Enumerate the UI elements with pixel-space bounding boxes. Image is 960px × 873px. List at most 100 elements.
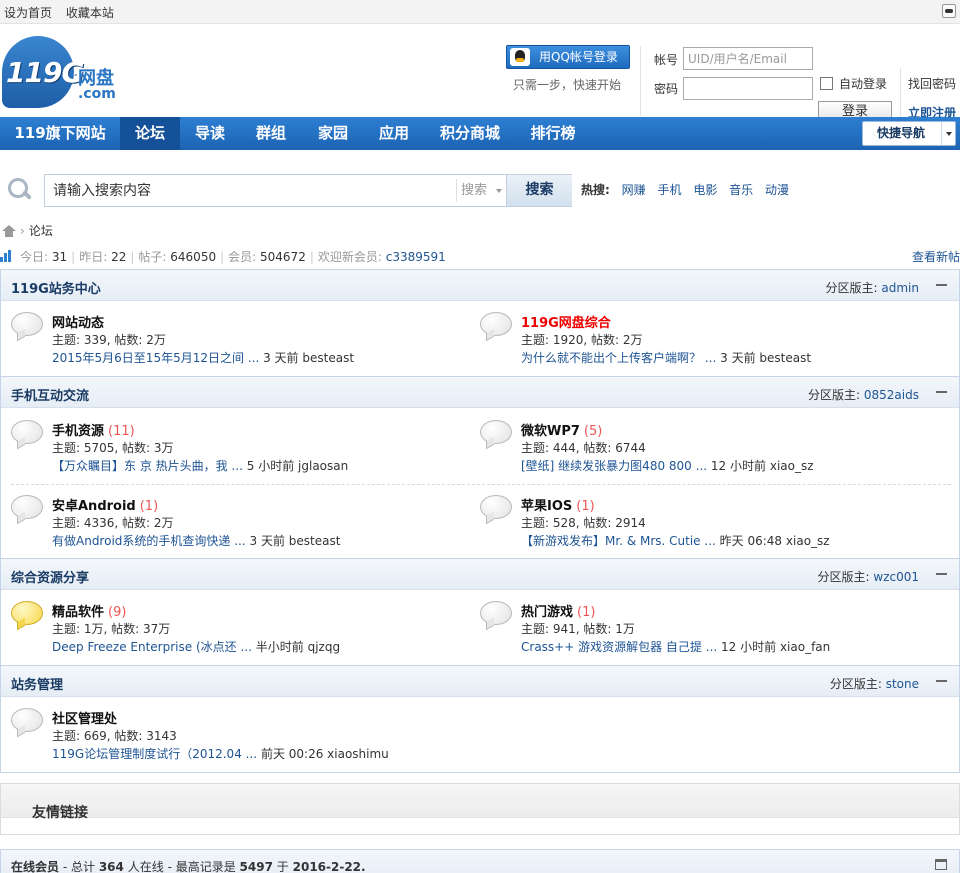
last-post-link[interactable]: 为什么就不能出个上传客户端啊？ — [521, 351, 701, 365]
forum-name[interactable]: 热门游戏 (1) — [521, 601, 595, 620]
hot-word-link[interactable]: 网赚 — [622, 183, 646, 197]
password-input[interactable] — [683, 77, 813, 100]
last-post-link[interactable]: 119G论坛管理制度试行（2012.04 — [52, 747, 242, 761]
forum-name[interactable]: 安卓Android (1) — [52, 495, 158, 514]
hot-search-label: 热搜: — [581, 183, 610, 197]
last-post-user[interactable]: besteast — [289, 534, 341, 548]
top-links: 设为首页 收藏本站 — [4, 4, 124, 21]
last-post-time: 半小时前 — [255, 640, 304, 654]
forum-today-count: (1) — [576, 499, 595, 514]
last-post-time: 前天 00:26 — [260, 747, 324, 761]
today-count: 31 — [51, 250, 68, 264]
moderator-link[interactable]: admin — [881, 281, 919, 295]
forum-item: 119G网盘综合 主题: 1920, 帖数: 2万 为什么就不能出个上传客户端啊… — [470, 302, 940, 377]
auto-login[interactable]: 自动登录 — [820, 75, 887, 92]
last-post-link[interactable]: 有做Android系统的手机查询快递 — [52, 534, 230, 548]
forum-last-post: Crass++ 游戏资源解包器 自己提 ... 12 小时前 xiao_fan — [521, 640, 831, 654]
hot-word-link[interactable]: 手机 — [657, 183, 681, 197]
hot-word-link[interactable]: 动漫 — [765, 183, 789, 197]
hot-word-link[interactable]: 电影 — [693, 183, 717, 197]
home-icon[interactable] — [2, 225, 16, 237]
last-post-user[interactable]: jglaosan — [298, 459, 348, 473]
forum-today-count: (11) — [108, 424, 135, 439]
nav-item-home[interactable]: 家园 — [302, 117, 364, 150]
friend-links-title: 友情链接 — [32, 805, 88, 821]
forum-stats-line: 主题: 444, 帖数: 6744 — [521, 441, 646, 455]
breadcrumb-current[interactable]: 论坛 — [29, 224, 53, 238]
nav-item-apps[interactable]: 应用 — [364, 117, 424, 150]
moderator-link[interactable]: 0852aids — [864, 388, 919, 402]
last-post-link[interactable]: 【万众瞩目】东 京 热片头曲，我 — [52, 459, 228, 473]
quick-nav-button[interactable]: 快捷导航 — [862, 121, 956, 146]
password-label: 密码 — [654, 82, 679, 96]
forum-name[interactable]: 微软WP7 (5) — [521, 420, 602, 439]
forum-last-post: 【新游戏发布】Mr. & Mrs. Cutie ... 昨天 06:48 xia… — [521, 534, 830, 548]
forum-last-post: Deep Freeze Enterprise (冰点还 ... 半小时前 qjz… — [52, 640, 341, 654]
forum-name[interactable]: 精品软件 (9) — [52, 601, 126, 620]
moderator-link[interactable]: wzc001 — [873, 570, 919, 584]
collapse-icon[interactable] — [936, 284, 947, 286]
section-title[interactable]: 119G站务中心 — [11, 278, 101, 297]
auto-login-checkbox[interactable] — [820, 77, 833, 90]
last-post-user[interactable]: besteast — [759, 351, 811, 365]
section-title[interactable]: 综合资源分享 — [11, 567, 89, 586]
forum-stats-line: 主题: 941, 帖数: 1万 — [521, 622, 635, 636]
forum-stats-line: 主题: 528, 帖数: 2914 — [521, 516, 646, 530]
last-post-time: 12 小时前 — [710, 459, 767, 473]
nav-item-groups[interactable]: 群组 — [240, 117, 302, 150]
qq-login-button[interactable]: 用QQ帐号登录 — [506, 45, 630, 69]
posts-count: 646050 — [170, 250, 217, 264]
forum-name[interactable]: 网站动态 — [52, 312, 104, 331]
search-type-select[interactable]: 搜索 — [456, 179, 504, 202]
header-divider — [640, 46, 641, 116]
moderator-link[interactable]: stone — [886, 677, 919, 691]
last-post-user[interactable]: xiao_fan — [780, 640, 830, 654]
last-post-link[interactable]: Crass++ 游戏资源解包器 自己提 — [521, 640, 702, 654]
last-post-user[interactable]: xiao_sz — [786, 534, 830, 548]
breadcrumb-separator: › — [20, 224, 25, 238]
forum-stats-line: 主题: 1920, 帖数: 2万 — [521, 333, 643, 347]
collapse-icon[interactable] — [936, 680, 947, 682]
last-post-link[interactable]: 2015年5月6日至15年5月12日之间 — [52, 351, 244, 365]
nav-item-rankings[interactable]: 排行榜 — [516, 117, 590, 150]
nav-item-points-mall[interactable]: 积分商城 — [424, 117, 516, 150]
section-title[interactable]: 手机互动交流 — [11, 385, 89, 404]
find-password-link[interactable]: 找回密码 — [908, 75, 956, 92]
search-button[interactable]: 搜索 — [506, 175, 572, 206]
nav-item-forum[interactable]: 论坛 — [120, 117, 180, 150]
hot-word-link[interactable]: 音乐 — [729, 183, 753, 197]
view-new-posts-link[interactable]: 查看新帖 — [912, 248, 960, 265]
search-icon — [8, 178, 30, 200]
account-input[interactable] — [683, 47, 813, 70]
section-title[interactable]: 站务管理 — [11, 674, 63, 693]
last-post-user[interactable]: xiaoshimu — [327, 747, 389, 761]
nav-item-119-sites[interactable]: 119旗下网站 — [0, 117, 120, 150]
last-post-user[interactable]: xiao_sz — [770, 459, 814, 473]
section-header: 综合资源分享 分区版主: wzc001 — [1, 559, 959, 590]
site-logo[interactable]: 119G 网盘 .com — [0, 34, 120, 114]
set-home-link[interactable]: 设为首页 — [4, 6, 52, 20]
forum-name[interactable]: 手机资源 (11) — [52, 420, 135, 439]
nav-item-guide[interactable]: 导读 — [180, 117, 240, 150]
last-post-link[interactable]: 【新游戏发布】Mr. & Mrs. Cutie — [521, 534, 701, 548]
accessibility-icon[interactable] — [942, 4, 956, 18]
forum-name[interactable]: 苹果IOS (1) — [521, 495, 595, 514]
window-toggle-icon[interactable] — [935, 859, 947, 870]
search-input[interactable] — [45, 175, 455, 206]
last-post-user[interactable]: qjzqg — [308, 640, 340, 654]
collapse-icon[interactable] — [936, 573, 947, 575]
online-title[interactable]: 在线会员 — [11, 860, 59, 873]
top-bar: 设为首页 收藏本站 — [0, 0, 960, 24]
last-post-link[interactable]: [壁纸] 继续发张暴力图480 800 — [521, 459, 692, 473]
breadcrumb: › 论坛 — [2, 222, 53, 239]
forum-name[interactable]: 社区管理处 — [52, 708, 117, 727]
forum-name[interactable]: 119G网盘综合 — [521, 312, 611, 331]
last-post-link[interactable]: Deep Freeze Enterprise (冰点还 — [52, 640, 237, 654]
online-record-label: - 最高记录是 — [167, 860, 236, 873]
yesterday-count: 22 — [111, 250, 127, 264]
last-post-user[interactable]: besteast — [302, 351, 354, 365]
bookmark-link[interactable]: 收藏本站 — [66, 6, 114, 20]
forum-bubble-icon — [480, 312, 512, 340]
collapse-icon[interactable] — [936, 391, 947, 393]
new-member-link[interactable]: c3389591 — [386, 250, 446, 264]
